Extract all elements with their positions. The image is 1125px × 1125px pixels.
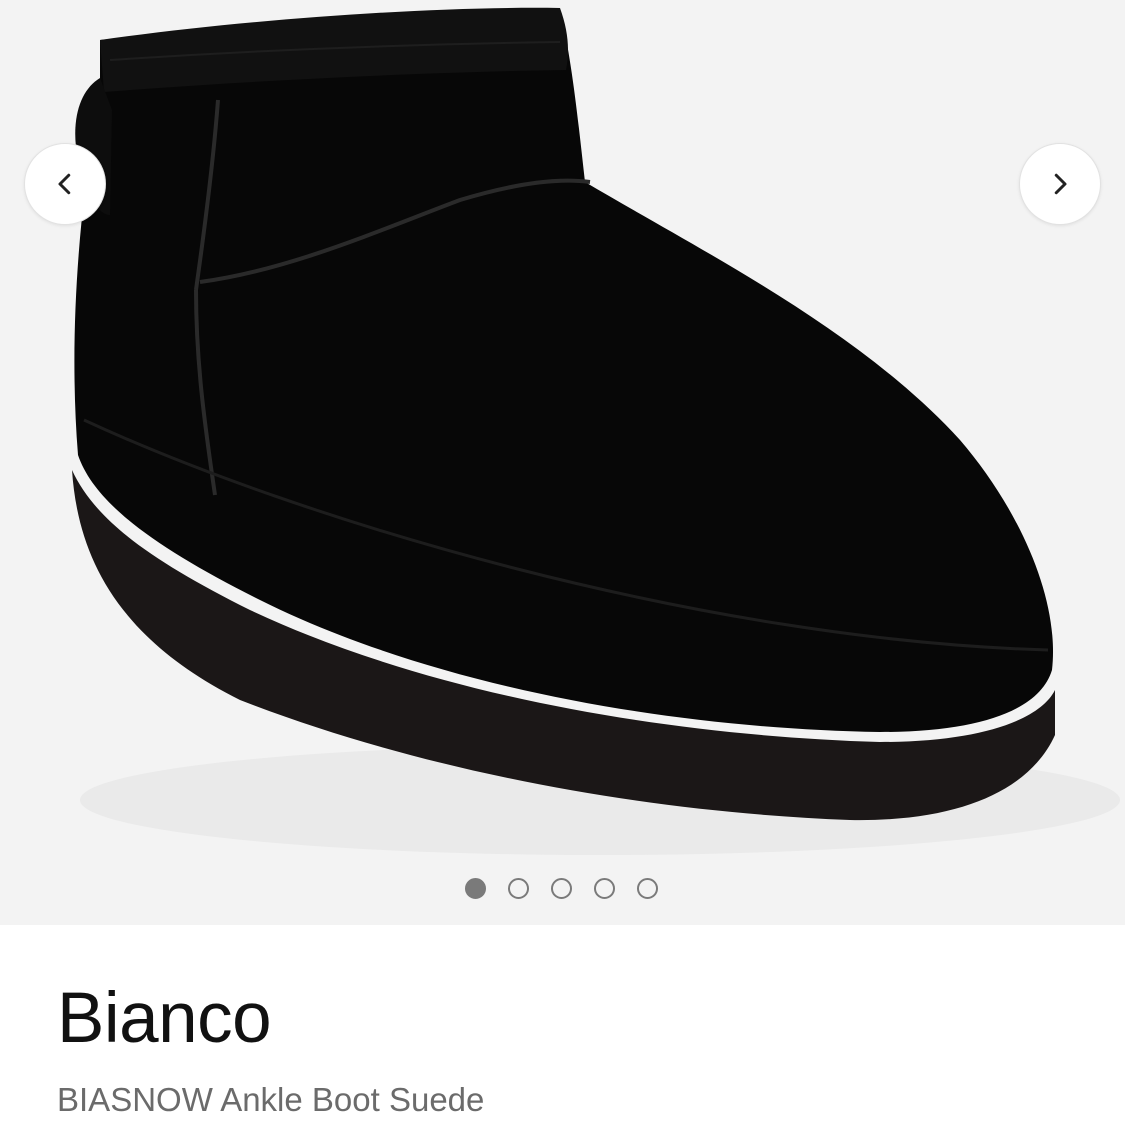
product-image[interactable] (0, 0, 1125, 925)
carousel-dot-3[interactable] (551, 878, 572, 899)
previous-image-button[interactable] (24, 143, 106, 225)
carousel-dot-2[interactable] (508, 878, 529, 899)
chevron-right-icon (1054, 173, 1067, 195)
product-page: Bianco BIASNOW Ankle Boot Suede (0, 0, 1125, 1125)
product-image-carousel[interactable] (0, 0, 1125, 925)
carousel-dot-4[interactable] (594, 878, 615, 899)
carousel-pagination (0, 878, 1124, 899)
brand-name[interactable]: Bianco (57, 978, 272, 1060)
carousel-dot-5[interactable] (637, 878, 658, 899)
product-title: BIASNOW Ankle Boot Suede (57, 1081, 485, 1118)
chevron-left-icon (58, 173, 71, 195)
next-image-button[interactable] (1019, 143, 1101, 225)
carousel-dot-1[interactable] (465, 878, 486, 899)
